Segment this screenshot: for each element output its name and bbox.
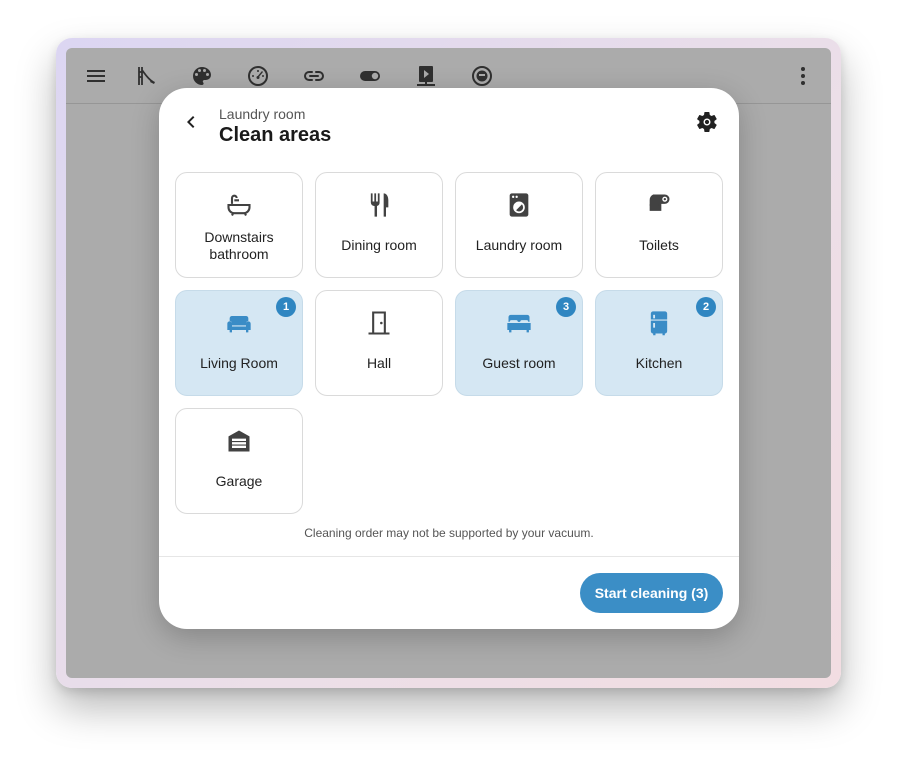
- menu-icon[interactable]: [84, 64, 108, 88]
- area-label: Hall: [366, 355, 392, 371]
- sofa-icon: [225, 309, 253, 337]
- start-cleaning-button[interactable]: Start cleaning (3): [580, 573, 723, 613]
- area-tile-living-room[interactable]: 1 Living Room: [175, 290, 303, 396]
- clean-areas-dialog: Laundry room Clean areas Downstairs bath…: [159, 88, 739, 629]
- toggle-icon[interactable]: [358, 64, 382, 88]
- area-tile-downstairs-bathroom[interactable]: Downstairs bathroom: [175, 172, 303, 278]
- area-label: Toilets: [639, 237, 679, 253]
- area-tile-toilets[interactable]: Toilets: [595, 172, 723, 278]
- dialog-title: Clean areas: [219, 124, 332, 146]
- area-tile-hall[interactable]: Hall: [315, 290, 443, 396]
- back-arrow-icon[interactable]: [179, 110, 203, 134]
- area-label: Dining room: [341, 237, 417, 253]
- area-tile-dining-room[interactable]: Dining room: [315, 172, 443, 278]
- order-badge: 2: [696, 297, 716, 317]
- video-icon[interactable]: [414, 64, 438, 88]
- area-tile-guest-room[interactable]: 3 Guest room: [455, 290, 583, 396]
- cutlery-icon: [365, 191, 393, 219]
- area-tile-kitchen[interactable]: 2 Kitchen: [595, 290, 723, 396]
- link-icon[interactable]: [302, 64, 326, 88]
- area-label: Living Room: [200, 355, 278, 371]
- dialog-divider: [159, 556, 739, 557]
- area-tile-garage[interactable]: Garage: [175, 408, 303, 514]
- door-icon: [365, 309, 393, 337]
- robot-vacuum-icon[interactable]: [470, 64, 494, 88]
- area-label: Laundry room: [475, 237, 563, 253]
- slide-icon[interactable]: [134, 64, 158, 88]
- dialog-subtitle: Laundry room: [219, 106, 306, 122]
- areas-grid: Downstairs bathroom Dining room Laundry …: [175, 172, 723, 514]
- gear-icon[interactable]: [695, 110, 719, 134]
- order-badge: 1: [276, 297, 296, 317]
- area-label: Guest room: [482, 355, 556, 371]
- area-label: Garage: [215, 473, 263, 489]
- garage-icon: [225, 427, 253, 455]
- more-vertical-icon[interactable]: [791, 64, 815, 88]
- gauge-icon[interactable]: [246, 64, 270, 88]
- toilet-paper-icon: [645, 191, 673, 219]
- cleaning-order-note: Cleaning order may not be supported by y…: [304, 526, 594, 540]
- bed-icon: [505, 309, 533, 337]
- palette-icon[interactable]: [190, 64, 214, 88]
- area-label: Downstairs bathroom: [204, 229, 274, 262]
- washing-machine-icon: [505, 191, 533, 219]
- order-badge: 3: [556, 297, 576, 317]
- area-label: Kitchen: [635, 355, 683, 371]
- area-tile-laundry-room[interactable]: Laundry room: [455, 172, 583, 278]
- bathtub-icon: [225, 191, 253, 219]
- fridge-icon: [645, 309, 673, 337]
